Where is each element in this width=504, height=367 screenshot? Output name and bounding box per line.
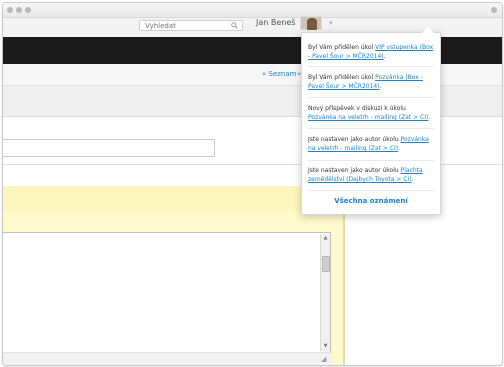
back-to-list-link[interactable]: « Seznam: [262, 70, 296, 78]
avatar[interactable]: [300, 16, 322, 30]
divider: [308, 97, 434, 98]
user-name[interactable]: Jan Beneš: [256, 18, 295, 27]
browser-window: Jan Beneš ▾ « Seznam » ▲ ▼ ◢ Byl Vám při…: [2, 2, 503, 366]
divider: [308, 160, 434, 161]
search-icon[interactable]: [231, 22, 238, 29]
chevron-down-icon[interactable]: ▾: [329, 19, 333, 27]
search-input[interactable]: [145, 21, 225, 31]
window-menu-dot[interactable]: [491, 7, 497, 13]
scroll-up-icon[interactable]: ▲: [322, 235, 329, 242]
editor-statusbar: [3, 352, 332, 365]
notifications-popup: Byl Vám přidělen úkol VIP vstupenka (Box…: [301, 27, 441, 215]
notification-item: Byl Vám přidělen úkol Pozvánka (Box - Pa…: [308, 74, 423, 90]
popup-arrow: [422, 27, 434, 33]
title-input[interactable]: [3, 141, 218, 160]
all-notifications-link[interactable]: Všechna oznámení: [302, 197, 440, 205]
maximize-window-dot[interactable]: [25, 7, 31, 13]
notification-item: Jste nastaven jako autor úkolu Plachta z…: [308, 167, 423, 183]
highlighted-panel-header: [3, 186, 343, 212]
scroll-down-icon[interactable]: ▼: [322, 343, 329, 350]
editor-scrollbar[interactable]: ▲ ▼: [320, 234, 330, 351]
notification-item: Jste nastaven jako autor úkolu Pozvánka …: [308, 136, 429, 152]
description-editor[interactable]: ▲ ▼: [3, 232, 331, 354]
scrollbar-thumb[interactable]: [322, 256, 330, 272]
minimize-window-dot[interactable]: [16, 7, 22, 13]
description-textarea[interactable]: [3, 233, 323, 354]
divider: [308, 66, 434, 67]
avatar-image: [307, 18, 317, 30]
close-window-dot[interactable]: [7, 7, 13, 13]
window-titlebar: [3, 3, 502, 18]
notification-link[interactable]: Pozvánka na veletrh - mailing (Zat > CI): [308, 114, 428, 121]
divider: [308, 190, 434, 191]
divider: [308, 128, 434, 129]
notification-item: Byl Vám přidělen úkol VIP vstupenka (Box…: [308, 44, 434, 60]
notification-item: Nový příspěvek v diskuzi k úkolu Pozvánk…: [308, 105, 431, 121]
search-box[interactable]: [139, 20, 243, 31]
resize-handle-icon[interactable]: ◢: [321, 355, 329, 363]
title-field[interactable]: [3, 139, 218, 160]
